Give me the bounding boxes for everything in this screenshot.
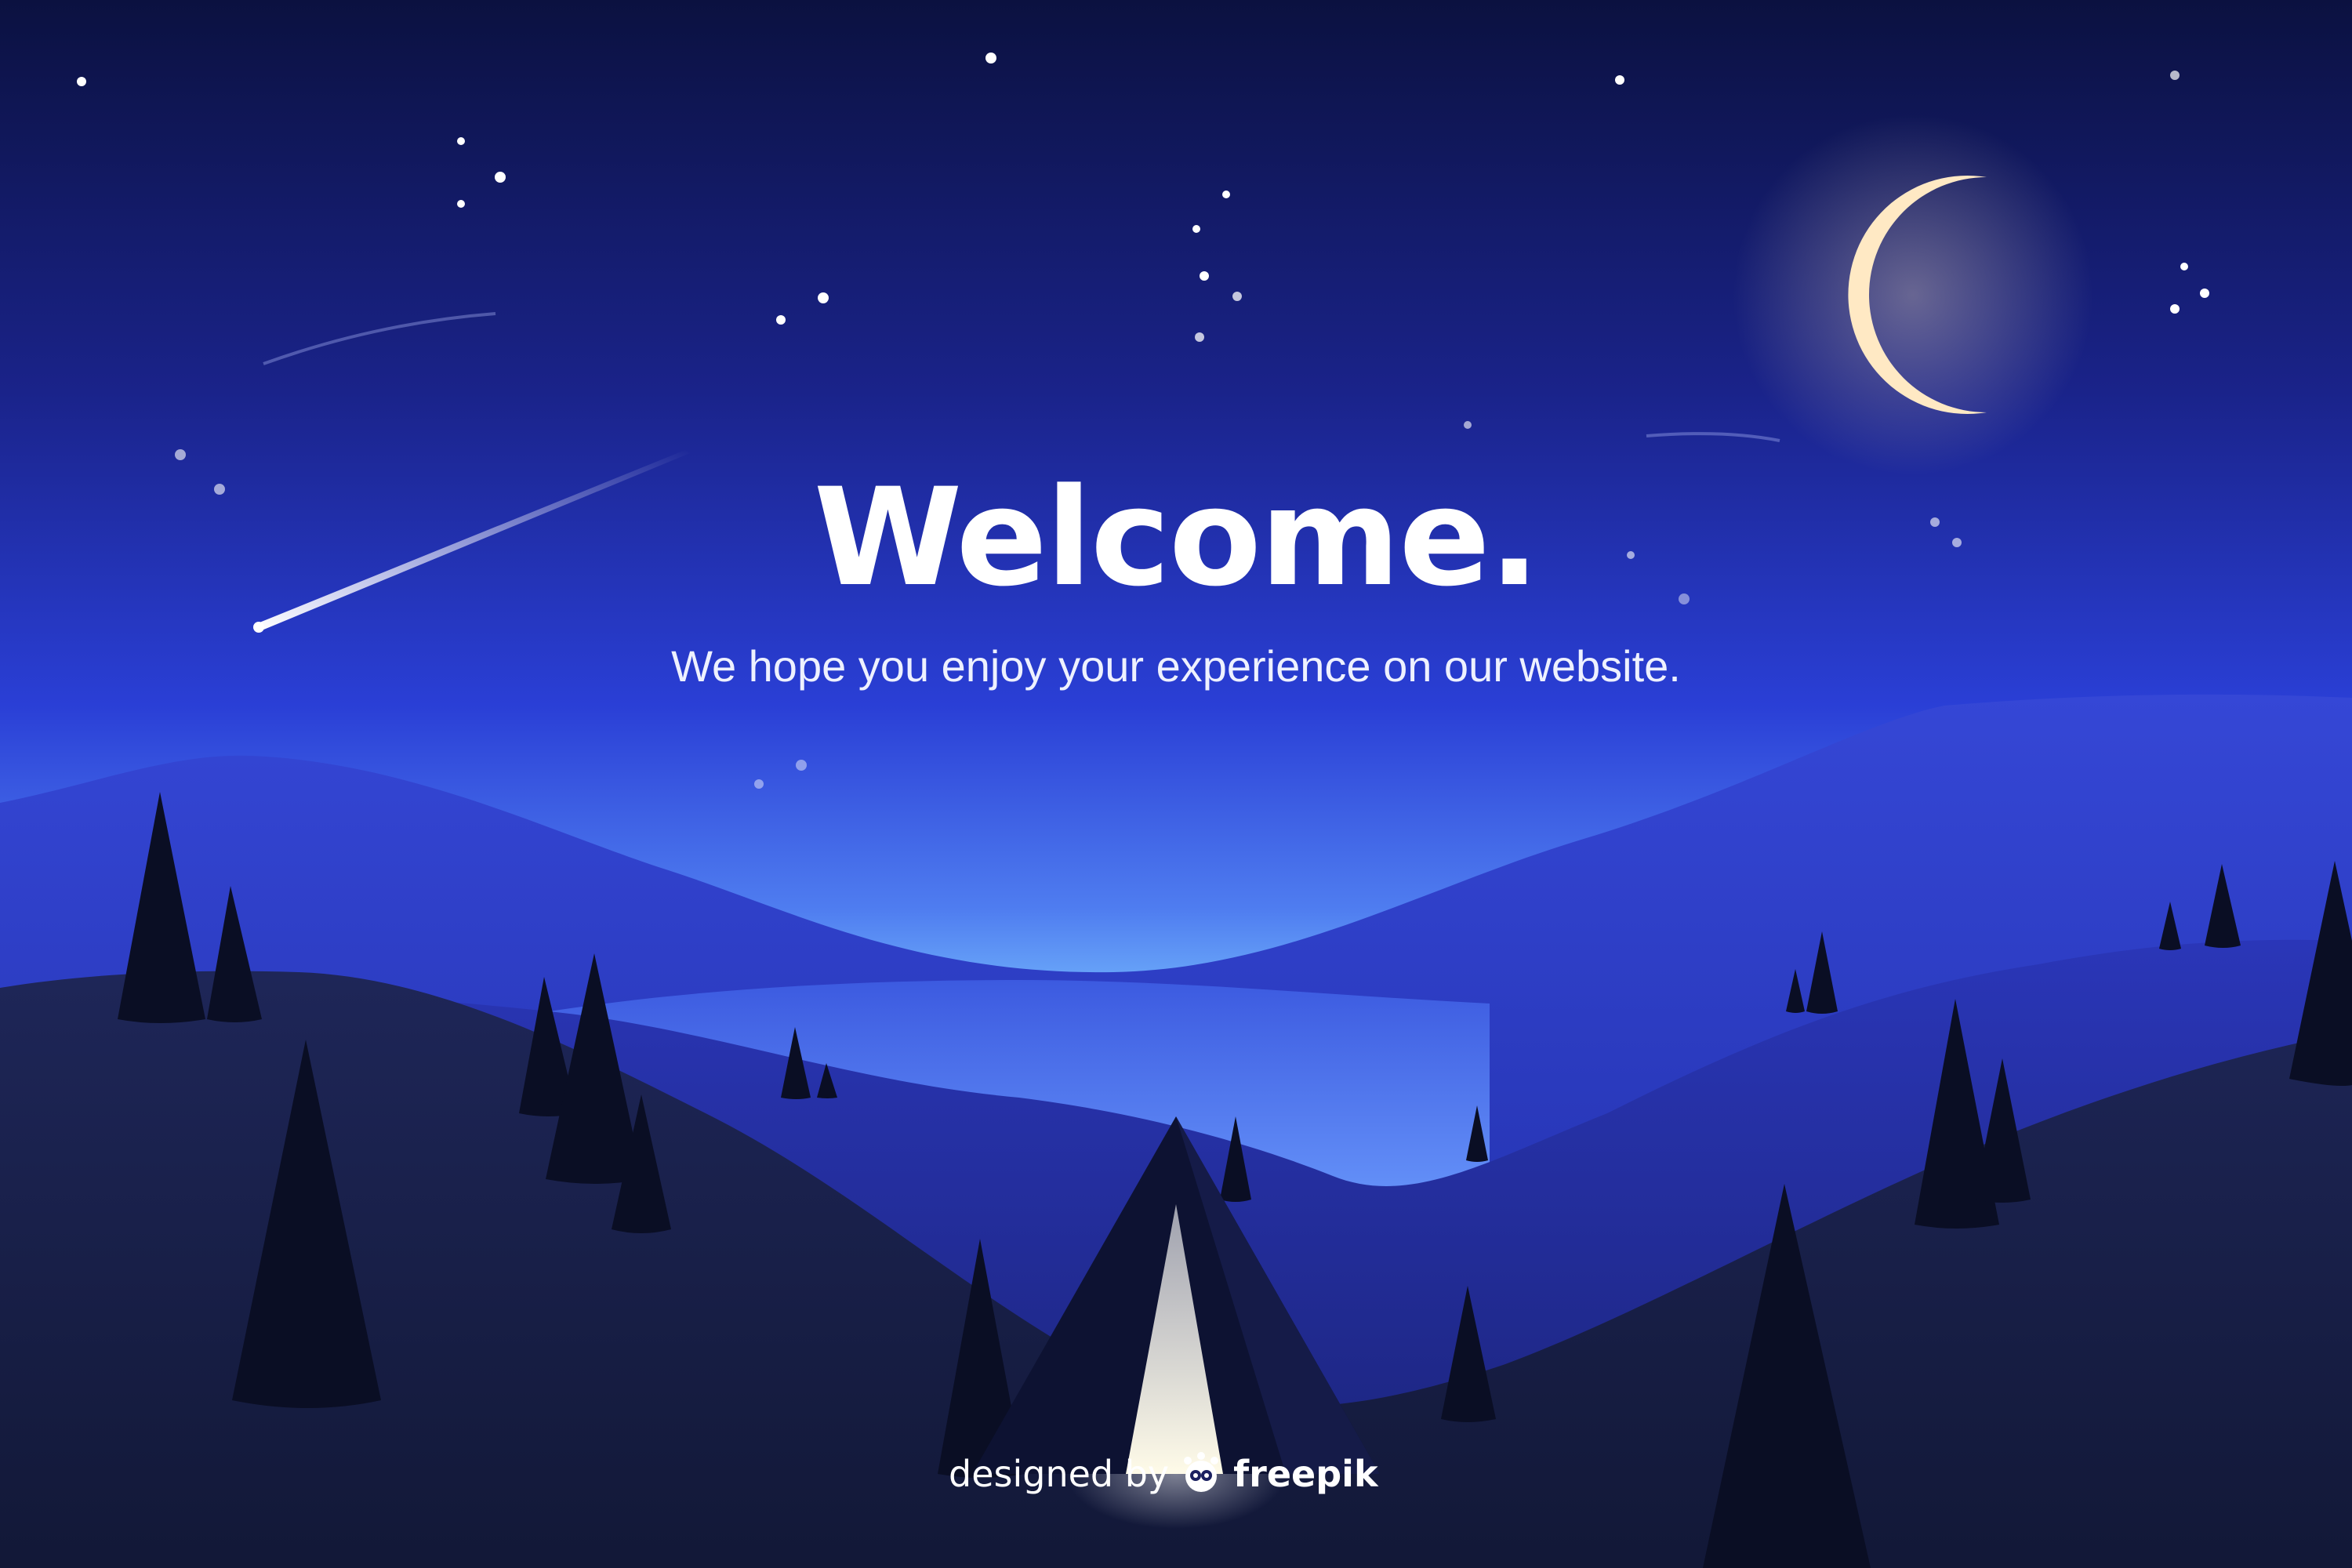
credit-lead-text: designed by (949, 1453, 1170, 1495)
crescent-moon-icon (1733, 114, 2093, 475)
night-landscape-illustration (0, 0, 2352, 1568)
credit-brand-text: freepik (1233, 1453, 1378, 1495)
welcome-tagline: We hope you enjoy your experience on our… (671, 641, 1681, 691)
freepik-logo-icon (1184, 1452, 1219, 1492)
welcome-heading: Welcome. (813, 459, 1541, 616)
designer-credit[interactable]: designed by freepik (949, 1446, 1378, 1501)
welcome-scene: Welcome. We hope you enjoy your experien… (0, 0, 2352, 1568)
